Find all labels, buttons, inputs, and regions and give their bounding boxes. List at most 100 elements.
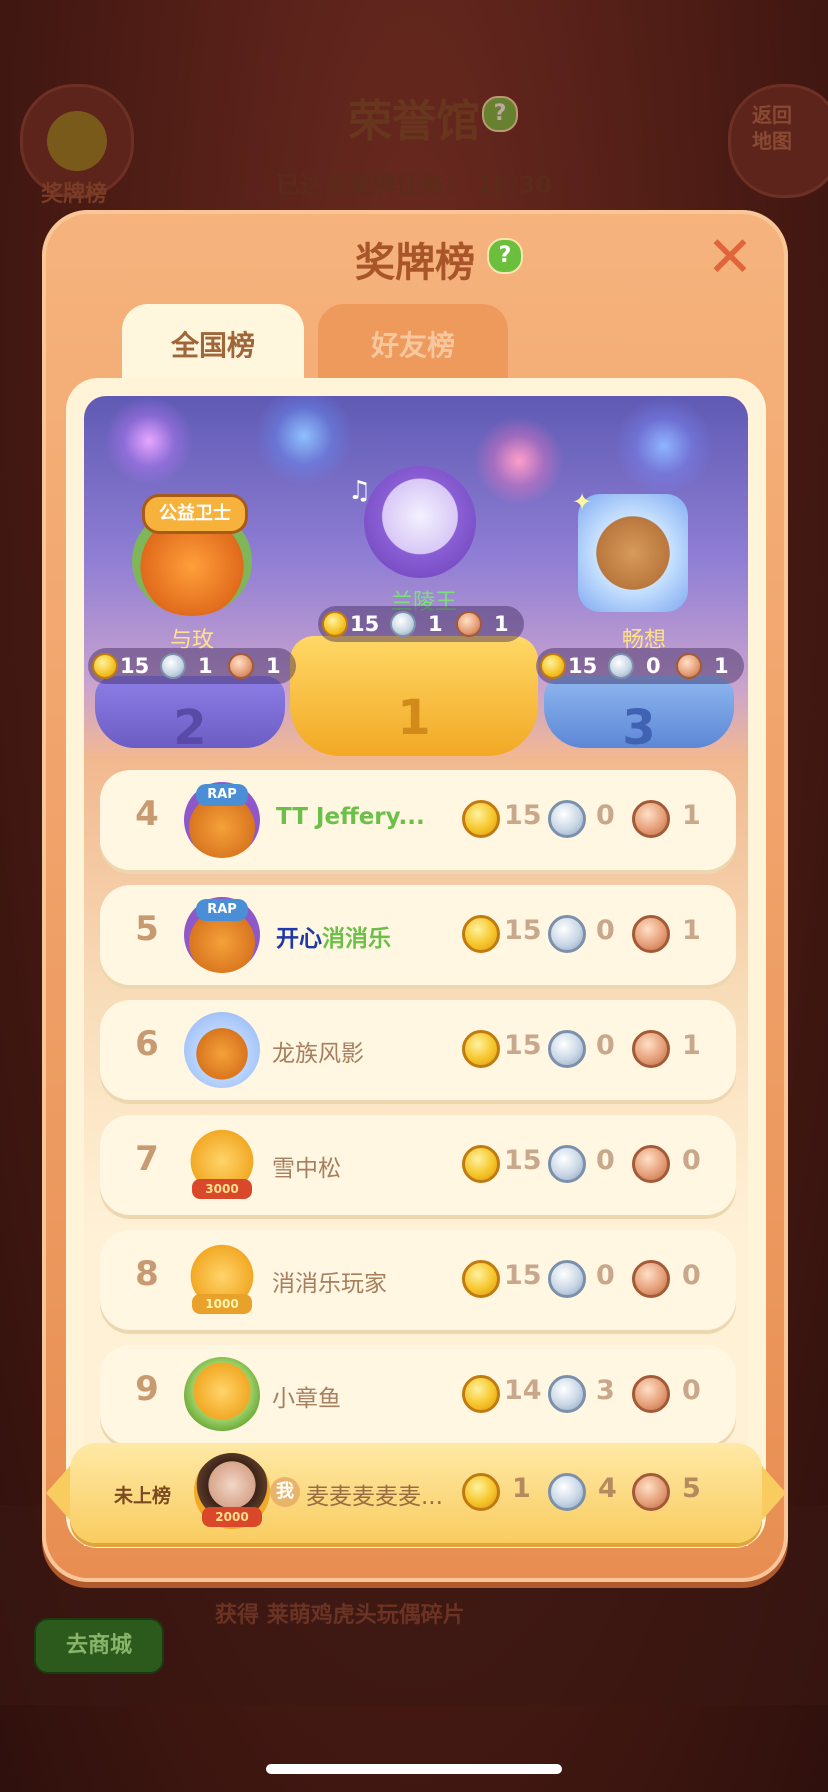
panel-title: 奖牌榜 (355, 240, 475, 286)
rap-cap-label: RAP (196, 784, 248, 806)
row-avatar: RAP (184, 782, 260, 858)
bronze-medal-icon (632, 1473, 670, 1511)
public-welfare-badge: 公益卫士 (142, 494, 248, 534)
leaderboard-row[interactable]: 8 1000 消消乐玩家 15 0 0 (100, 1230, 736, 1330)
silver-count: 0 (646, 654, 661, 678)
bronze-medal-icon (632, 915, 670, 953)
close-icon[interactable]: ✕ (700, 228, 760, 288)
top3-avatar[interactable] (578, 494, 688, 612)
bronze-count: 1 (714, 654, 729, 678)
top1-avatar[interactable] (364, 466, 476, 578)
row-rank: 9 (135, 1369, 159, 1409)
avatar-frame-label: 1000 (192, 1294, 252, 1314)
silver-count: 3 (596, 1375, 615, 1406)
me-row-right-arrow (762, 1466, 786, 1520)
silver-medal-icon (390, 611, 416, 637)
gold-medal-icon (462, 1030, 500, 1068)
rap-cap-label: RAP (196, 899, 248, 921)
top3-medal-counts: 15 0 1 (536, 648, 744, 684)
silver-medal-icon (160, 653, 186, 679)
gold-medal-icon (462, 1145, 500, 1183)
gold-count: 15 (504, 915, 542, 946)
back-to-map-label: 返回 地图 (752, 103, 792, 153)
row-avatar (184, 1012, 260, 1088)
bronze-count: 1 (682, 915, 701, 946)
gold-count: 15 (504, 1260, 542, 1291)
bronze-count: 0 (682, 1375, 701, 1406)
leaderboard-row[interactable]: 9 小章鱼 14 3 0 (100, 1345, 736, 1445)
gold-medal-icon (462, 1473, 500, 1511)
silver-medal-icon (548, 1260, 586, 1298)
bronze-count: 0 (682, 1145, 701, 1176)
me-tag: 我 (270, 1477, 300, 1507)
firework-icon (254, 396, 354, 486)
silver-count: 0 (596, 915, 615, 946)
row-name: 小章鱼 (272, 1386, 341, 1412)
hall-help-icon: ? (482, 96, 518, 132)
leaderboard-row[interactable]: 5 RAP 开心消消乐 15 0 1 (100, 885, 736, 985)
leaderboard-row[interactable]: 4 RAP TT Jeffery... 15 0 1 (100, 770, 736, 870)
gold-medal-icon (462, 800, 500, 838)
silver-count: 0 (596, 1030, 615, 1061)
avatar-frame-label: 3000 (192, 1179, 252, 1199)
bronze-count: 5 (682, 1473, 701, 1504)
row-name: 雪中松 (272, 1156, 341, 1182)
row-rank: 8 (135, 1254, 159, 1294)
reward-text: 获得 莱萌鸡虎头玩偶碎片 (215, 1603, 465, 1628)
home-indicator[interactable] (266, 1764, 562, 1774)
bronze-medal-icon (676, 653, 702, 679)
bronze-medal-icon (228, 653, 254, 679)
gold-count: 15 (568, 654, 598, 678)
leaderboard-row[interactable]: 6 龙族风影 15 0 1 (100, 1000, 736, 1100)
bronze-count: 1 (682, 1030, 701, 1061)
silver-medal-icon (548, 1145, 586, 1183)
my-rank-label: 未上榜 (114, 1485, 172, 1507)
go-shop-button: 去商城 (34, 1618, 164, 1674)
row-name: 开心消消乐 (276, 926, 391, 952)
my-name: 麦麦麦麦麦... (306, 1484, 443, 1510)
my-rank-row[interactable]: 未上榜 2000 我 麦麦麦麦麦... 1 4 5 (70, 1443, 762, 1543)
help-icon[interactable]: ? (487, 238, 523, 274)
silver-count: 1 (198, 654, 213, 678)
music-note-icon: ♫ (348, 476, 372, 506)
medal-board-label: 奖牌榜 (40, 182, 107, 207)
heart-medal-icon (47, 111, 107, 171)
me-row-left-arrow (46, 1466, 70, 1520)
my-avatar: 2000 (194, 1453, 270, 1529)
bronze-medal-icon (632, 1260, 670, 1298)
row-name: 消消乐玩家 (272, 1271, 387, 1297)
top1-medal-counts: 15 1 1 (318, 606, 524, 642)
silver-medal-icon (548, 1030, 586, 1068)
row-name: TT Jeffery... (276, 804, 425, 830)
row-rank: 5 (135, 909, 159, 949)
bronze-medal-icon (456, 611, 482, 637)
silver-count: 0 (596, 1260, 615, 1291)
gold-count: 1 (512, 1473, 531, 1504)
bronze-count: 1 (266, 654, 281, 678)
leaderboard-row[interactable]: 7 3000 雪中松 15 0 0 (100, 1115, 736, 1215)
gold-count: 15 (504, 1030, 542, 1061)
bronze-medal-icon (632, 1145, 670, 1183)
gold-medal-icon (322, 611, 348, 637)
gold-medal-icon (462, 915, 500, 953)
gold-medal-icon (92, 653, 118, 679)
gold-count: 15 (504, 800, 542, 831)
bronze-medal-icon (632, 1030, 670, 1068)
silver-count: 4 (598, 1473, 617, 1504)
avatar-frame-label: 2000 (202, 1507, 262, 1527)
gold-count: 14 (504, 1375, 542, 1406)
gold-count: 15 (120, 654, 150, 678)
gold-count: 15 (350, 612, 380, 636)
podium-rank-1: 1 (397, 690, 431, 746)
silver-count: 0 (596, 1145, 615, 1176)
row-rank: 4 (135, 794, 159, 834)
sparkle-icon: ✦ (572, 488, 593, 516)
row-name: 龙族风影 (272, 1041, 364, 1067)
tab-friends[interactable]: 好友榜 (318, 304, 508, 378)
bronze-medal-icon (632, 800, 670, 838)
silver-medal-icon (548, 1473, 586, 1511)
row-avatar: RAP (184, 897, 260, 973)
silver-count: 0 (596, 800, 615, 831)
tab-national[interactable]: 全国榜 (122, 304, 304, 378)
top2-medal-counts: 15 1 1 (88, 648, 296, 684)
